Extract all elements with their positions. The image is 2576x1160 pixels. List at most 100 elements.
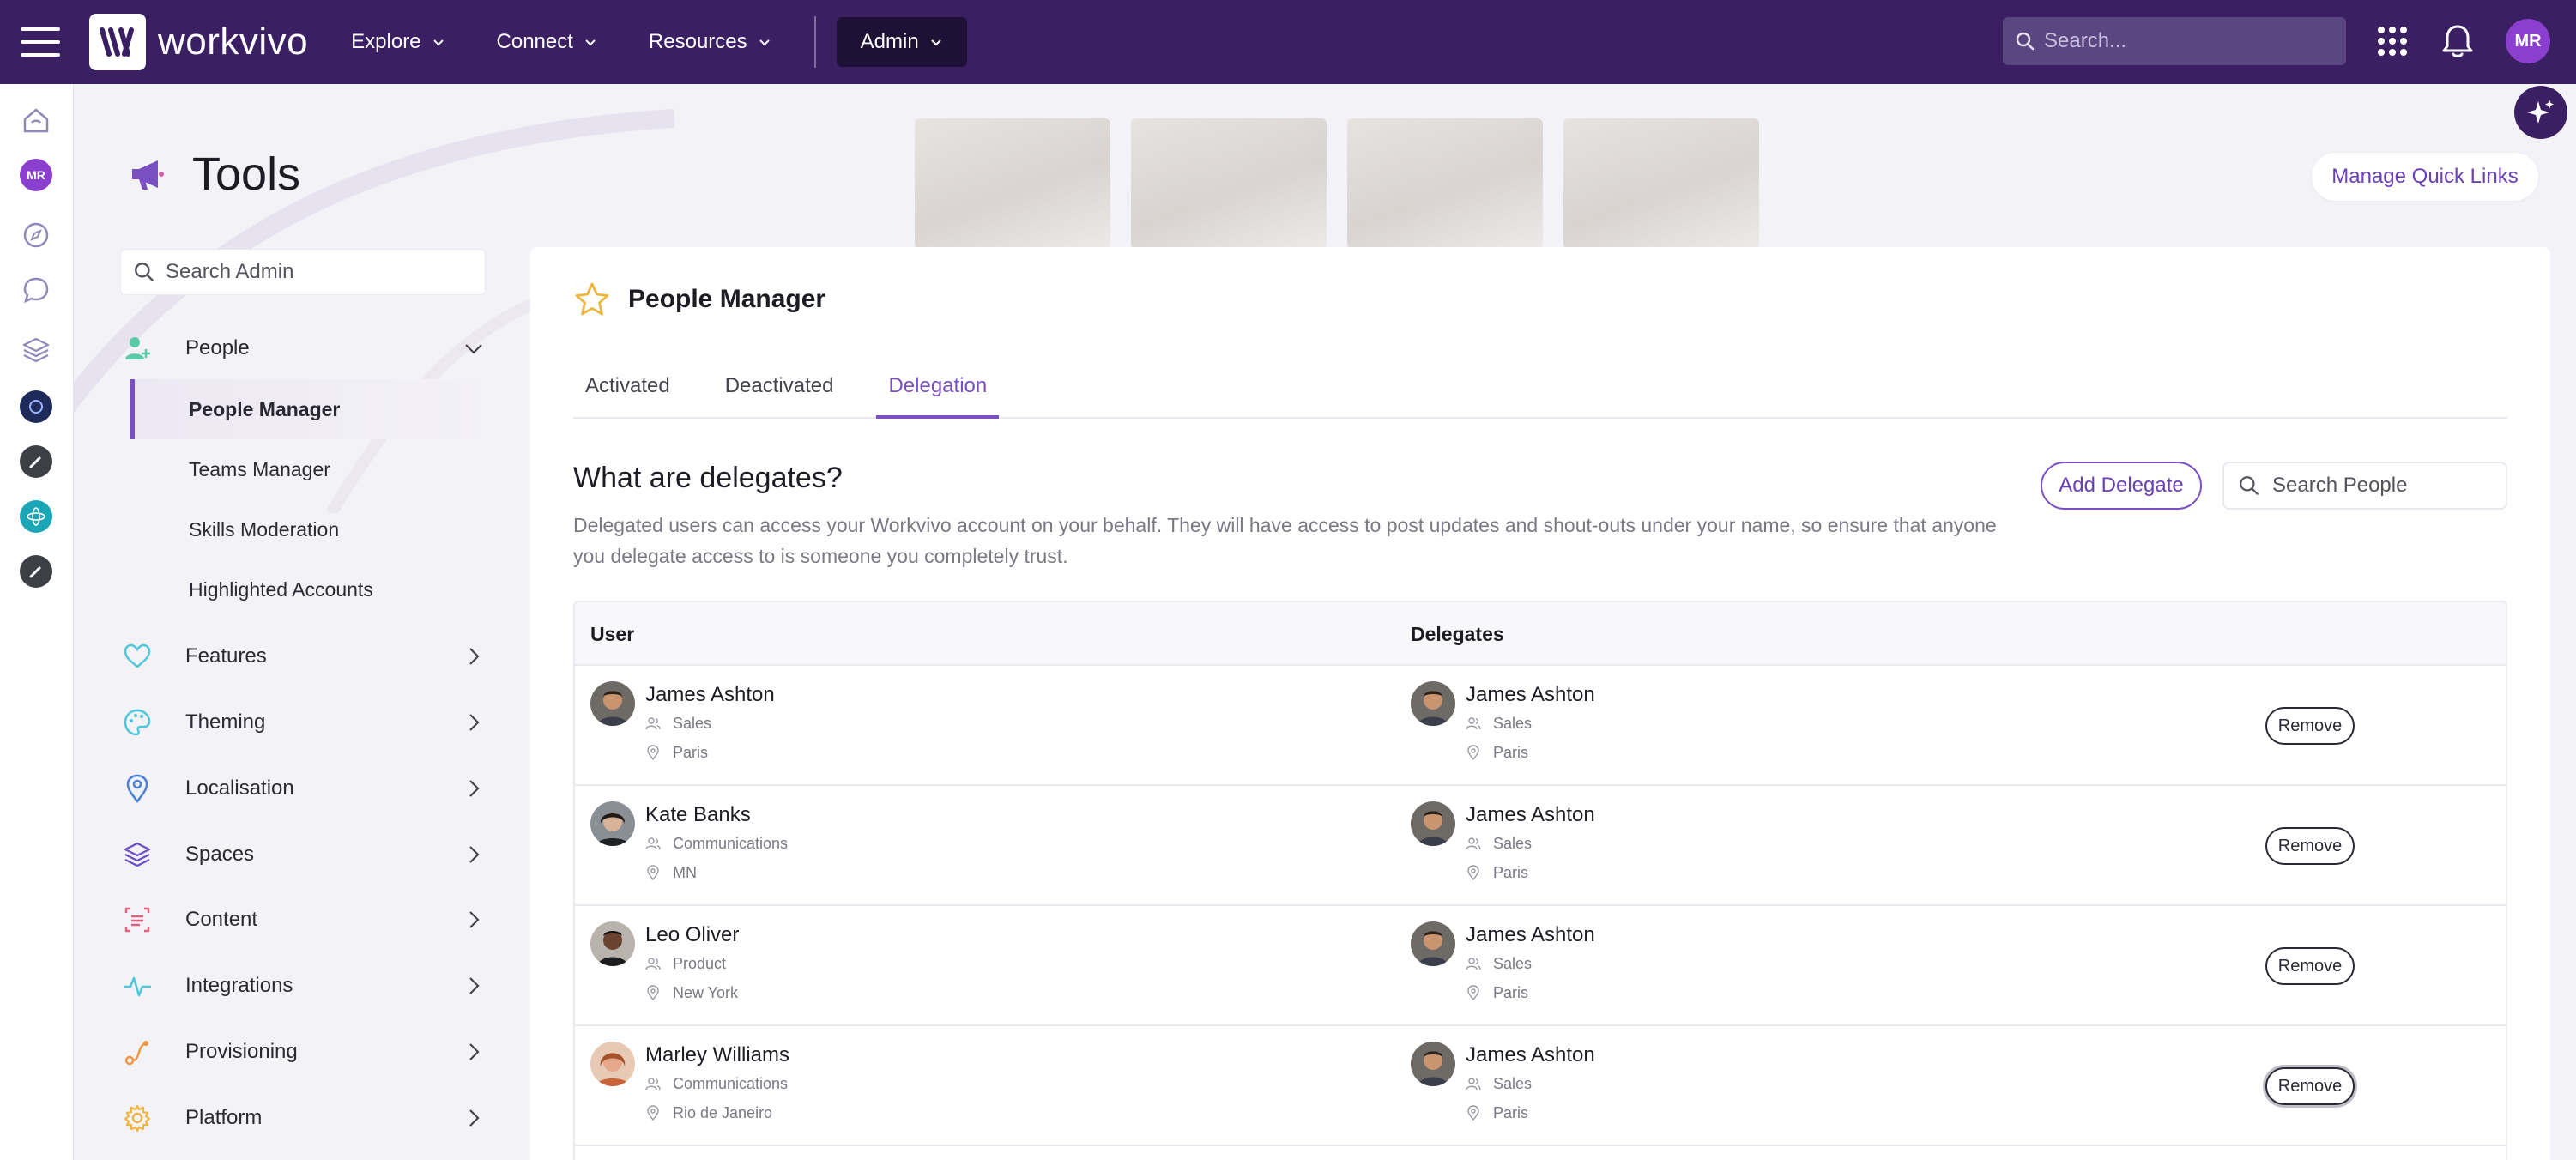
user-name: Kate Banks — [645, 803, 751, 826]
hero-photo — [915, 118, 1110, 249]
apps-grid-icon[interactable] — [2372, 21, 2413, 62]
user-team: Communications — [645, 1069, 789, 1098]
user-team: Communications — [645, 829, 788, 858]
sidebar-item-skills-moderation[interactable]: Skills Moderation — [130, 499, 477, 559]
delegate-team-label: Sales — [1493, 834, 1533, 852]
add-delegate-button[interactable]: Add Delegate — [2041, 462, 2202, 510]
search-icon — [2016, 32, 2035, 51]
sidebar-category-theming[interactable]: Theming — [120, 698, 486, 746]
sidebar-category-provisioning[interactable]: Provisioning — [120, 1028, 486, 1076]
delegate-name: James Ashton — [1466, 923, 1595, 946]
avatar — [590, 1042, 635, 1086]
remove-delegate-button[interactable]: Remove — [2265, 707, 2355, 745]
user-cell[interactable]: Kate Banks Communications MN — [590, 801, 788, 887]
team-icon — [1466, 1078, 1481, 1091]
hamburger-menu-icon[interactable] — [21, 27, 60, 57]
admin-search-input[interactable] — [166, 260, 475, 284]
tab-deactivated[interactable]: Deactivated — [713, 374, 846, 419]
delegate-cell[interactable]: James Ashton Sales Paris — [1411, 681, 1595, 767]
user-location-label: MN — [673, 863, 697, 881]
admin-menu-button[interactable]: Admin — [836, 17, 967, 67]
star-outline-icon[interactable] — [573, 281, 611, 317]
global-search-input[interactable] — [2044, 29, 2336, 53]
search-people[interactable] — [2222, 462, 2507, 510]
delegate-cell[interactable]: James Ashton Sales Paris — [1411, 801, 1595, 887]
avatar — [590, 921, 635, 966]
avatar — [1411, 681, 1455, 726]
location-pin-icon — [1467, 1105, 1479, 1121]
remove-delegate-button[interactable]: Remove — [2265, 1067, 2355, 1105]
team-icon — [1466, 958, 1481, 970]
chevron-right-icon — [469, 648, 480, 665]
nav-resources[interactable]: Resources — [649, 30, 771, 54]
brand-name: workvivo — [158, 21, 309, 63]
avatar — [1411, 1042, 1455, 1086]
sidebar-item-highlighted-accounts[interactable]: Highlighted Accounts — [130, 559, 477, 619]
sidebar-item-teams-manager[interactable]: Teams Manager — [130, 439, 477, 499]
nav-connect[interactable]: Connect — [497, 30, 597, 54]
layers-icon[interactable] — [17, 331, 55, 369]
table-row: Marley Williams Communications Rio de Ja… — [575, 1026, 2506, 1146]
delegate-location-label: Paris — [1493, 863, 1529, 881]
user-cell[interactable]: Leo Oliver Product New York — [590, 921, 739, 1007]
sidebar-category-content[interactable]: Content — [120, 896, 486, 944]
location-pin-icon — [1467, 745, 1479, 760]
user-cell[interactable]: James Ashton Sales Paris — [590, 681, 775, 767]
chevron-right-icon — [469, 780, 480, 797]
home-icon[interactable] — [17, 101, 55, 139]
atom-space-icon[interactable] — [17, 498, 55, 535]
remove-delegate-button[interactable]: Remove — [2265, 947, 2355, 985]
global-search[interactable] — [2003, 17, 2346, 65]
layers-icon — [120, 837, 154, 872]
sidebar-category-integrations[interactable]: Integrations — [120, 962, 486, 1010]
ai-assistant-button[interactable] — [2514, 86, 2567, 139]
admin-search[interactable] — [120, 249, 486, 295]
location-pin-icon — [120, 771, 154, 806]
nav-explore[interactable]: Explore — [351, 30, 444, 54]
delegate-team-label: Sales — [1493, 714, 1533, 732]
team-icon — [645, 1078, 661, 1091]
manage-quick-links-button[interactable]: Manage Quick Links — [2312, 153, 2538, 201]
admin-label: Admin — [860, 30, 919, 53]
edit-space-icon[interactable] — [17, 553, 55, 590]
notification-bell-icon[interactable] — [2437, 21, 2478, 62]
user-cell[interactable]: Marley Williams Communications Rio de Ja… — [590, 1042, 789, 1127]
space-avatar-icon[interactable] — [17, 388, 55, 426]
sidebar-category-people[interactable]: People — [120, 324, 486, 372]
nav-divider — [813, 16, 816, 68]
delegate-cell[interactable]: James Ashton Sales Paris — [1411, 921, 1595, 1007]
location-pin-icon — [647, 985, 659, 1000]
delegate-location-label: Paris — [1493, 983, 1529, 1001]
user-location: Rio de Janeiro — [645, 1098, 789, 1127]
chevron-down-icon — [930, 39, 941, 46]
user-location: New York — [645, 978, 739, 1007]
rail-avatar[interactable]: MR — [17, 156, 55, 194]
delegates-table: User Delegates James Ashton Sales Paris — [573, 601, 2507, 1160]
avatar — [590, 681, 635, 726]
delegate-cell[interactable]: James Ashton Sales Paris — [1411, 1042, 1595, 1127]
tab-activated[interactable]: Activated — [573, 374, 682, 419]
edit-space-icon[interactable] — [17, 443, 55, 480]
top-nav: Explore Connect Resources Admin — [351, 16, 967, 68]
remove-delegate-button[interactable]: Remove — [2265, 827, 2355, 865]
chevron-right-icon — [469, 977, 480, 994]
compass-icon[interactable] — [17, 216, 55, 254]
tab-bar: Activated Deactivated Delegation — [573, 374, 2507, 419]
user-location-label: New York — [673, 983, 739, 1001]
sidebar-category-features[interactable]: Features — [120, 632, 486, 680]
gear-icon — [120, 1101, 154, 1135]
chat-icon[interactable] — [17, 271, 55, 309]
sidebar-category-platform[interactable]: Platform — [120, 1094, 486, 1142]
user-team-label: Sales — [673, 714, 712, 732]
chevron-down-icon — [432, 39, 444, 46]
card-title: People Manager — [628, 285, 826, 313]
user-location: Paris — [645, 738, 775, 767]
sidebar-category-label: Features — [185, 644, 267, 668]
user-avatar[interactable]: MR — [2506, 19, 2550, 63]
sidebar-category-spaces[interactable]: Spaces — [120, 831, 486, 879]
sidebar-category-localisation[interactable]: Localisation — [120, 764, 486, 813]
brand-logo[interactable]: workvivo — [89, 14, 308, 70]
tab-delegation[interactable]: Delegation — [876, 374, 1000, 419]
sidebar-item-people-manager[interactable]: People Manager — [130, 379, 477, 439]
search-people-input[interactable] — [2272, 474, 2504, 498]
